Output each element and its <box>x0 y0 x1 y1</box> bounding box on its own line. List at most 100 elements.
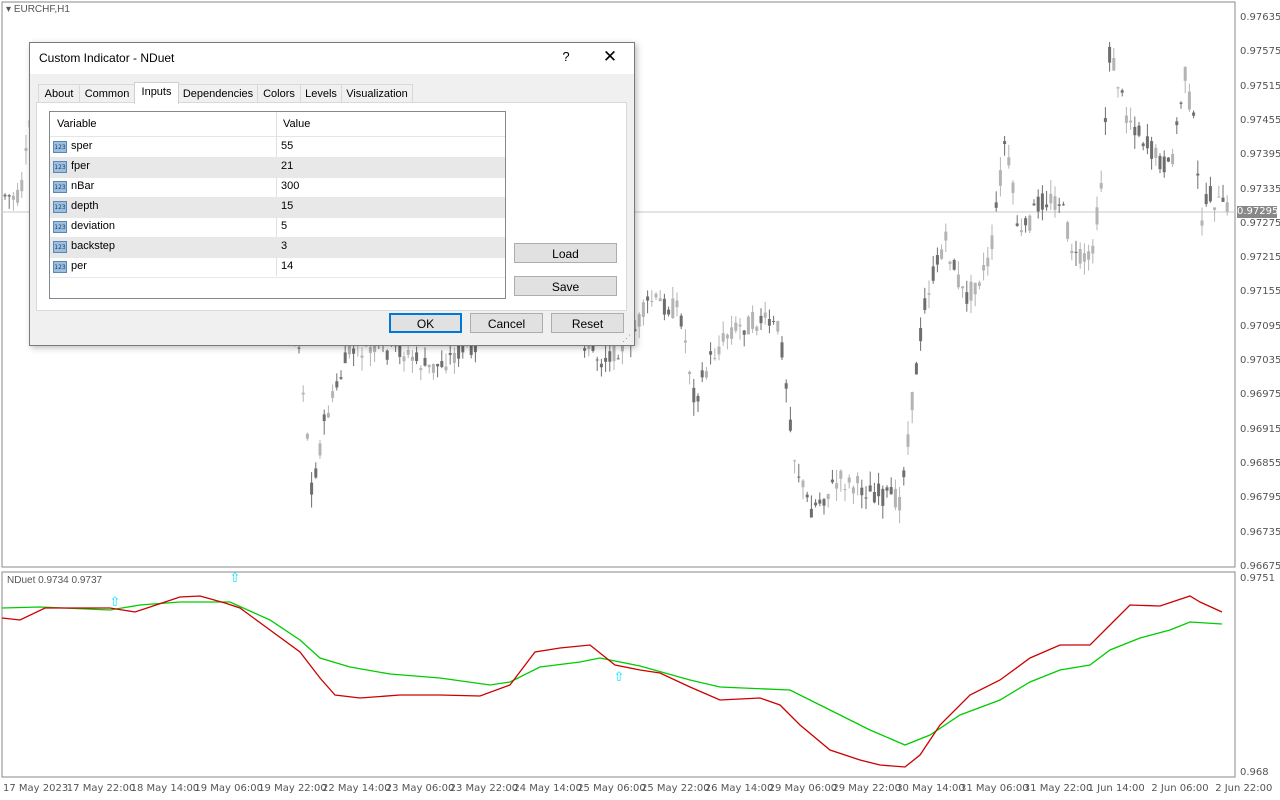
tab-visualization[interactable]: Visualization <box>341 84 413 103</box>
candle-body <box>1162 156 1166 173</box>
variable-value[interactable]: 3 <box>281 240 287 252</box>
candle-body <box>902 470 906 478</box>
candle-body <box>1208 186 1212 202</box>
candle-body <box>1066 222 1070 239</box>
dialog-titlebar[interactable]: Custom Indicator - NDuet ? ✕ <box>30 43 634 74</box>
candle-body <box>713 358 717 360</box>
candle-body <box>415 352 419 361</box>
time-axis-label: 31 May 06:00 <box>960 783 1029 794</box>
candle-body <box>717 346 721 355</box>
close-button[interactable]: ✕ <box>598 47 622 67</box>
ok-button[interactable]: OK <box>389 313 462 333</box>
tab-inputs[interactable]: Inputs <box>134 82 179 104</box>
tab-colors[interactable]: Colors <box>257 84 301 103</box>
table-row[interactable]: 123 deviation 5 <box>50 217 505 238</box>
candle-body <box>1057 204 1061 206</box>
indicator-chart[interactable]: ⇧ ⇧ ⇧ <box>0 570 1280 780</box>
candle-body <box>826 494 830 500</box>
inputs-table[interactable]: Variable Value 123 sper 55 123 fper 21 123 nBar… <box>49 111 506 299</box>
table-row[interactable]: 123 sper 55 <box>50 137 505 158</box>
candle-body <box>335 381 339 388</box>
symbol-label: ▾ EURCHF,H1 <box>6 4 70 15</box>
candle-body <box>893 488 897 508</box>
resize-grip-icon[interactable]: ⋰ <box>622 333 631 344</box>
candle-body <box>1179 102 1183 104</box>
table-row[interactable]: 123 fper 21 <box>50 157 505 178</box>
col-variable-header[interactable]: Variable <box>57 118 97 130</box>
candle-body <box>809 508 813 518</box>
candle-body <box>1183 66 1187 81</box>
integer-type-icon: 123 <box>53 221 67 233</box>
candle-body <box>814 502 818 506</box>
time-axis-label: 22 May 14:00 <box>322 783 391 794</box>
table-row[interactable]: 123 depth 15 <box>50 197 505 218</box>
col-value-header[interactable]: Value <box>283 118 310 130</box>
candle-body <box>898 496 902 511</box>
cancel-button[interactable]: Cancel <box>470 313 543 333</box>
price-axis-label: 0.96975 <box>1240 389 1280 401</box>
tab-levels[interactable]: Levels <box>300 84 342 103</box>
candle-body <box>1078 249 1082 264</box>
candle-body <box>423 357 427 366</box>
table-row[interactable]: 123 per 14 <box>50 257 505 278</box>
candle-body <box>641 302 645 317</box>
integer-type-icon: 123 <box>53 241 67 253</box>
candle-body <box>742 330 746 335</box>
candle-body <box>650 300 654 302</box>
candle-body <box>667 309 671 315</box>
candle-body <box>331 391 335 398</box>
up-arrow-icon: ⇧ <box>230 571 241 586</box>
candle-body <box>839 470 843 479</box>
candle-body <box>1032 203 1036 206</box>
tab-dependencies[interactable]: Dependencies <box>178 84 258 103</box>
candle-body <box>595 359 599 361</box>
candle-body <box>1120 90 1124 93</box>
candle-body <box>1095 207 1099 225</box>
candle-body <box>860 487 864 496</box>
save-button[interactable]: Save <box>514 276 617 296</box>
candle-body <box>1003 141 1007 145</box>
candle-body <box>368 347 372 353</box>
candle-body <box>461 346 465 353</box>
candle-body <box>583 348 587 351</box>
candle-body <box>385 350 389 360</box>
integer-type-icon: 123 <box>53 161 67 173</box>
candle-body <box>1213 207 1217 210</box>
candle-body <box>1087 251 1091 260</box>
candle-body <box>1192 112 1196 116</box>
candle-body <box>847 477 851 483</box>
time-axis-label: 18 May 14:00 <box>130 783 200 794</box>
help-button[interactable]: ? <box>558 49 574 64</box>
candle-body <box>1150 141 1154 159</box>
candle-body <box>440 361 444 368</box>
variable-value[interactable]: 15 <box>281 200 293 212</box>
time-axis-label: 29 May 22:00 <box>832 783 901 794</box>
variable-value[interactable]: 21 <box>281 160 293 172</box>
variable-value[interactable]: 5 <box>281 220 287 232</box>
load-button[interactable]: Load <box>514 243 617 263</box>
candle-body <box>751 312 755 329</box>
candle-body <box>763 312 767 318</box>
candle-body <box>738 324 742 327</box>
candle-body <box>1166 157 1170 162</box>
time-axis-label: 29 May 06:00 <box>768 783 838 794</box>
up-arrow-icon: ⇧ <box>110 595 121 610</box>
table-row[interactable]: 123 backstep 3 <box>50 237 505 258</box>
candle-body <box>314 468 318 478</box>
candle-body <box>692 387 696 403</box>
price-axis-label: 0.97335 <box>1240 183 1280 195</box>
candle-body <box>767 318 771 326</box>
variable-value[interactable]: 55 <box>281 140 293 152</box>
candle-body <box>822 499 826 506</box>
variable-value[interactable]: 300 <box>281 180 299 192</box>
candle-body <box>671 298 675 318</box>
tab-common[interactable]: Common <box>79 84 135 103</box>
candle-body <box>965 292 969 304</box>
candle-body <box>864 497 868 499</box>
table-row[interactable]: 123 nBar 300 <box>50 177 505 198</box>
reset-button[interactable]: Reset <box>551 313 624 333</box>
variable-name: fper <box>71 160 90 172</box>
variable-value[interactable]: 14 <box>281 260 293 272</box>
candle-body <box>1045 204 1049 208</box>
tab-about[interactable]: About <box>38 84 80 103</box>
